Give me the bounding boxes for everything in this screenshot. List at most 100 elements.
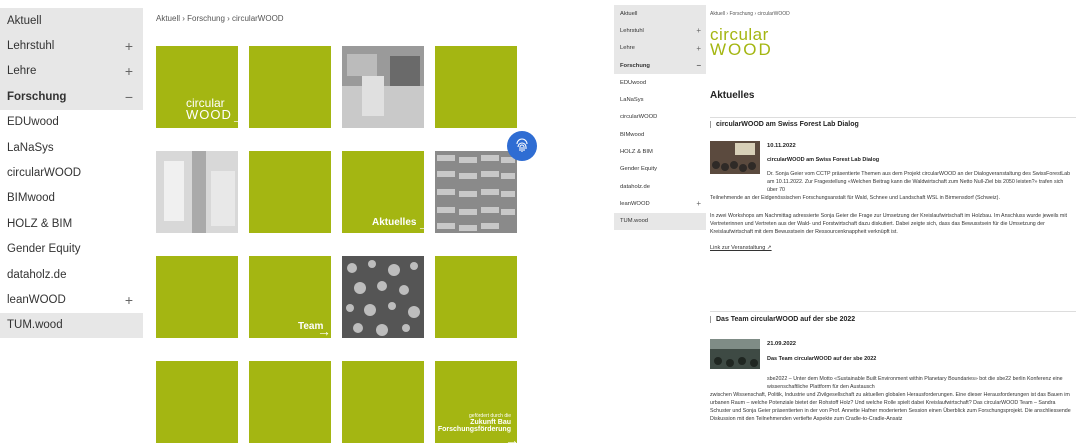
logo-line2: WOOD [710,40,773,59]
expand-icon[interactable]: + [125,38,133,54]
sidebar-item-holz-bim[interactable]: HOLZ & BIM [0,211,143,237]
collapse-icon[interactable]: − [125,89,133,105]
tile-green [249,361,331,443]
sidebar-item-bimwood[interactable]: BIMwood [614,126,706,143]
tile-funding[interactable]: gefördert durch die Zukunft Bau Forschun… [435,361,519,447]
sidebar-item-label: Aktuell [7,14,42,27]
news1-paragraph2: In zwei Workshops am Nachmittag adressie… [710,213,1067,236]
sidebar-item-label: Lehrstuhl [620,27,644,34]
sidebar-item-label: BIMwood [620,131,645,138]
tile-photo-timber [156,151,238,233]
right-screenshot: Aktuell Lehrstuhl + Lehre + Forschung − EDUwood… [610,0,1083,448]
arrow-right-icon: → [317,323,331,339]
sidebar-item-circularwood[interactable]: circularWOOD [614,109,706,126]
sidebar-item-label: Forschung [7,90,67,103]
tile-green [156,256,238,338]
news2-thumbnail[interactable] [710,339,760,369]
sidebar-item-label: TUM.wood [7,319,63,332]
chips-photo-icon [342,256,424,338]
sidebar-item-dataholz-de[interactable]: dataholz.de [0,261,143,288]
sidebar-item-eduwood[interactable]: EDUwood [614,74,706,91]
sidebar-item-label: circularWOOD [620,114,658,121]
news1-event-link[interactable]: Link zur Veranstaltung ↗ [710,245,772,251]
tile-green [435,46,517,128]
workshop-photo-icon [342,46,424,128]
sidebar-item-label: LaNaSys [7,141,54,154]
breadcrumb-small: Aktuell › Forschung › circularWOOD [710,11,790,17]
sidebar-item-lanasys[interactable]: LaNaSys [0,134,143,161]
collapse-icon[interactable]: − [696,61,701,70]
sidebar-item-label: leanWOOD [620,200,650,207]
expand-icon[interactable]: + [125,63,133,79]
sidebar-nav: Aktuell Lehrstuhl + Lehre + Forschung − EDUwood… [0,8,143,339]
expand-icon[interactable]: + [696,26,701,35]
sidebar-item-forschung[interactable]: Forschung − [614,56,706,75]
sidebar-item-label: BIMwood [7,192,55,205]
funding-line1: Zukunft Bau [470,419,511,426]
sidebar-item-dataholz-de[interactable]: dataholz.de [614,178,706,195]
tile-photo-boards [435,151,517,233]
tile-photo-workshop [342,46,424,128]
news1-paragraph1b: Teilnehmende an der Eidgenössischen Fors… [710,195,1000,201]
fingerprint-button[interactable] [507,131,537,161]
divider [710,117,1076,118]
tile-team[interactable]: Team → [249,256,331,338]
sidebar-item-leanwood[interactable]: leanWOOD + [0,287,143,313]
sidebar-item-forschung[interactable]: Forschung − [0,84,143,110]
sidebar-item-label: Lehrstuhl [7,40,55,53]
sidebar-item-lanasys[interactable]: LaNaSys [614,91,706,108]
sidebar-item-label: EDUwood [7,116,59,129]
news2-paragraph1b: zwischen Wissenschaft, Politik, Industri… [710,392,1071,423]
sidebar-item-aktuell[interactable]: Aktuell [0,8,143,34]
breadcrumb: Aktuell › Forschung › circularWOOD [156,14,284,23]
tile-aktuelles-label: Aktuelles [372,217,417,228]
sidebar-nav-small: Aktuell Lehrstuhl + Lehre + Forschung − EDUwood… [614,5,706,230]
heading-aktuelles: Aktuelles [710,90,755,101]
tile-green [156,361,238,443]
news1-subtitle: circularWOOD am Swiss Forest Lab Dialog [767,157,880,163]
sidebar-item-tum-wood[interactable]: TUM.wood [0,312,143,339]
sidebar-item-label: Lehre [7,65,37,78]
sidebar-item-label: HOLZ & BIM [620,149,653,156]
sidebar-item-label: leanWOOD [7,293,66,306]
expand-icon[interactable]: + [696,199,701,208]
sidebar-item-label: LaNaSys [620,97,644,104]
sidebar-item-label: Gender Equity [620,166,658,173]
sidebar-item-label: Gender Equity [7,243,81,256]
news2-date: 21.09.2022 [767,341,797,347]
news2-subtitle: Das Team circularWOOD auf der sbe 2022 [767,356,877,362]
left-screenshot: Aktuell Lehrstuhl + Lehre + Forschung − EDUwood… [0,0,545,448]
boards-photo-icon [435,151,517,233]
arrow-right-icon: → [505,432,519,448]
sidebar-item-holz-bim[interactable]: HOLZ & BIM [614,143,706,160]
sidebar-item-tum-wood[interactable]: TUM.wood [614,212,706,230]
divider [710,311,1076,312]
sidebar-item-lehrstuhl[interactable]: Lehrstuhl + [614,22,706,40]
expand-icon[interactable]: + [696,44,701,53]
sidebar-item-leanwood[interactable]: leanWOOD + [614,195,706,212]
tile-green [249,46,331,128]
sidebar-item-label: Lehre [620,45,635,52]
expand-icon[interactable]: + [125,292,133,308]
arrow-right-icon: → [231,111,245,127]
session-photo-icon [710,339,760,369]
news1-section-title: circularWOOD am Swiss Forest Lab Dialog [710,121,859,128]
tile-photo-chips [342,256,424,338]
sidebar-item-lehrstuhl[interactable]: Lehrstuhl + [0,33,143,59]
sidebar-item-gender-equity[interactable]: Gender Equity [614,161,706,178]
sidebar-item-eduwood[interactable]: EDUwood [0,109,143,135]
news1-thumbnail[interactable] [710,141,760,174]
sidebar-item-label: dataholz.de [620,183,650,190]
sidebar-item-lehre[interactable]: Lehre + [0,58,143,85]
sidebar-item-label: EDUwood [620,79,647,86]
sidebar-item-lehre[interactable]: Lehre + [614,39,706,57]
sidebar-item-bimwood[interactable]: BIMwood [0,185,143,212]
tile-aktuelles[interactable]: Aktuelles → [342,151,431,233]
sidebar-item-aktuell[interactable]: Aktuell [614,5,706,23]
sidebar-item-label: circularWOOD [7,167,82,180]
tile-green [435,256,517,338]
tile-circularwood-logo[interactable]: circular WOOD → [156,46,245,128]
sidebar-item-circularwood[interactable]: circularWOOD [0,160,143,186]
fingerprint-icon [516,138,528,152]
sidebar-item-gender-equity[interactable]: Gender Equity [0,236,143,262]
